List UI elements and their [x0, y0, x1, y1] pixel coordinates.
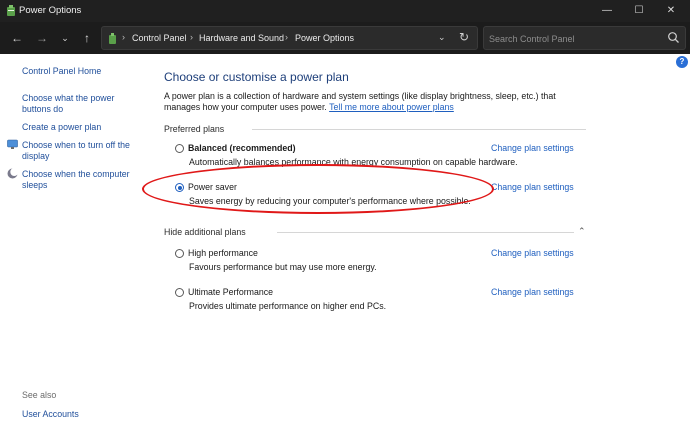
search-box — [483, 26, 686, 50]
plan-name-ultimate-performance[interactable]: Ultimate Performance — [188, 287, 273, 297]
collapse-chevron-icon[interactable]: ⌃ — [578, 226, 586, 237]
change-plan-settings-ultimate-performance[interactable]: Change plan settings — [491, 287, 574, 297]
change-plan-settings-balanced[interactable]: Change plan settings — [491, 143, 574, 153]
sidebar: Control Panel Home Choose what the power… — [0, 54, 150, 435]
navigation-bar: ← → ⌄ ↑ › Control Panel › Hardware and S… — [0, 22, 690, 54]
address-dropdown-button[interactable]: ⌄ — [438, 32, 446, 43]
content-area: ? Control Panel Home Choose what the pow… — [0, 54, 690, 435]
balanced-radio[interactable] — [175, 144, 184, 153]
recent-locations-button[interactable]: ⌄ — [55, 28, 75, 48]
sidebar-item-display-off-line2[interactable]: display — [22, 151, 49, 162]
plan-name-balanced[interactable]: Balanced (recommended) — [188, 143, 296, 153]
additional-plans-divider — [277, 232, 574, 233]
refresh-button[interactable]: ↻ — [459, 30, 469, 44]
page-description: A power plan is a collection of hardware… — [164, 91, 564, 113]
breadcrumb-separator: › — [285, 32, 288, 42]
up-button[interactable]: ↑ — [77, 28, 97, 48]
close-button[interactable]: ✕ — [654, 0, 688, 22]
plan-name-high-performance[interactable]: High performance — [188, 248, 258, 258]
main-panel: Choose or customise a power plan A power… — [164, 54, 690, 435]
title-bar: Power Options — ☐ ✕ — [0, 0, 690, 22]
breadcrumb-control-panel[interactable]: Control Panel — [132, 33, 187, 43]
breadcrumb-hardware-and-sound[interactable]: Hardware and Sound — [199, 33, 284, 43]
description-line1: A power plan is a collection of hardware… — [164, 91, 556, 101]
change-plan-settings-high-performance[interactable]: Change plan settings — [491, 248, 574, 258]
sidebar-item-power-buttons-line2[interactable]: buttons do — [22, 104, 63, 115]
see-also-heading: See also — [22, 390, 57, 400]
preferred-plans-divider — [252, 129, 586, 130]
high-performance-radio[interactable] — [175, 249, 184, 258]
change-plan-settings-power-saver[interactable]: Change plan settings — [491, 182, 574, 192]
sidebar-item-power-buttons-line1[interactable]: Choose what the power — [22, 93, 114, 104]
breadcrumb-separator: › — [190, 32, 193, 42]
breadcrumb-power-options[interactable]: Power Options — [295, 33, 354, 43]
plan-desc-high-performance: Favours performance but may use more ene… — [189, 262, 377, 272]
maximize-button[interactable]: ☐ — [622, 0, 656, 22]
address-bar[interactable]: › Control Panel › Hardware and Sound › P… — [101, 26, 478, 50]
display-icon — [7, 139, 18, 149]
annotation-ellipse — [142, 164, 494, 214]
sidebar-item-create-plan[interactable]: Create a power plan — [22, 122, 101, 133]
sidebar-user-accounts[interactable]: User Accounts — [22, 409, 79, 420]
forward-button[interactable]: → — [32, 28, 52, 48]
control-panel-location-icon — [109, 33, 116, 44]
sidebar-item-sleep-line1[interactable]: Choose when the computer — [22, 169, 130, 180]
search-icon[interactable] — [667, 31, 680, 44]
sidebar-item-sleep-line2[interactable]: sleeps — [22, 180, 47, 191]
power-options-icon — [7, 5, 15, 16]
sidebar-control-panel-home[interactable]: Control Panel Home — [22, 66, 101, 77]
breadcrumb-separator: › — [122, 32, 125, 42]
sidebar-item-display-off-line1[interactable]: Choose when to turn off the — [22, 140, 130, 151]
back-button[interactable]: ← — [7, 28, 27, 48]
sleep-moon-icon — [7, 168, 18, 179]
minimize-button[interactable]: — — [590, 0, 624, 22]
page-title: Choose or customise a power plan — [164, 70, 349, 84]
plan-desc-ultimate-performance: Provides ultimate performance on higher … — [189, 301, 387, 311]
ultimate-performance-radio[interactable] — [175, 288, 184, 297]
description-line2: manages how your computer uses power. — [164, 102, 330, 112]
preferred-plans-heading: Preferred plans — [164, 124, 225, 134]
window-title: Power Options — [19, 5, 82, 16]
search-input[interactable] — [489, 32, 657, 45]
power-plans-help-link[interactable]: Tell me more about power plans — [329, 102, 454, 112]
additional-plans-toggle[interactable]: Hide additional plans — [164, 227, 246, 237]
